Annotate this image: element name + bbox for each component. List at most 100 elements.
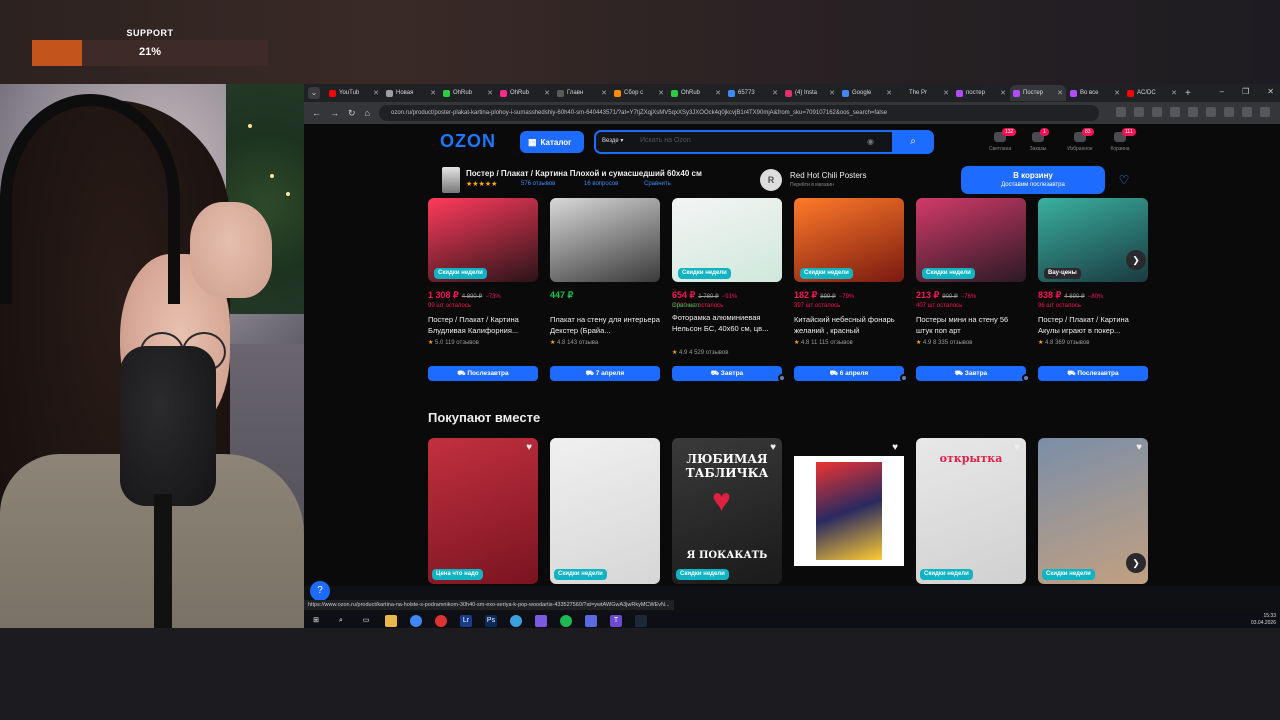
help-icon[interactable]: ? (310, 581, 330, 601)
product-title[interactable]: Постеры мини на стену 56 штук поп арт (916, 314, 1026, 336)
download-icon[interactable] (1224, 107, 1234, 117)
delivery-button[interactable]: ⛟ Завтра (672, 366, 782, 381)
extension-icon[interactable] (1152, 107, 1162, 117)
carousel-next-icon[interactable]: ❯ (1126, 553, 1146, 573)
header-item-favorites[interactable]: 83 Избранное (1060, 128, 1100, 152)
catalog-button[interactable]: ▦ Каталог (520, 131, 584, 153)
app-icon[interactable] (435, 615, 447, 627)
delivery-button[interactable]: ⛟ Послезавтра (428, 366, 538, 381)
tab-close-icon[interactable]: ✕ (1000, 89, 1006, 97)
browser-tab[interactable]: OhRub ✕ (497, 85, 553, 101)
browser-tab[interactable]: AC/DC ✕ (1124, 85, 1180, 101)
product-card[interactable]: ♥1 001 ₽Картина на холсте с (794, 438, 904, 586)
product-image[interactable] (550, 198, 660, 282)
tab-close-icon[interactable]: ✕ (1057, 89, 1063, 97)
reviews-link[interactable]: 576 отзывов (521, 181, 555, 187)
product-card[interactable]: 447 ₽ Плакат на стену для интерьера Декст… (550, 198, 660, 388)
seller-block[interactable]: R Red Hot Chili Posters Перейти в магази… (760, 167, 940, 195)
minimize-icon[interactable]: – (1220, 87, 1224, 96)
product-title[interactable]: Плакат на стену для интерьера Декстер (Б… (550, 314, 660, 336)
delivery-button[interactable]: ⛟ Послезавтра (1038, 366, 1148, 381)
tab-close-icon[interactable]: ✕ (943, 89, 949, 97)
tab-close-icon[interactable]: ✕ (772, 89, 778, 97)
carousel-next-icon[interactable]: ❯ (1126, 250, 1146, 270)
browser-tab[interactable]: Новая ✕ (383, 85, 439, 101)
product-image[interactable] (428, 438, 538, 584)
browser-tab[interactable]: OhRub ✕ (440, 85, 496, 101)
tab-close-icon[interactable]: ✕ (715, 89, 721, 97)
product-card[interactable]: Скидки недели 182 ₽899 ₽ −79% 397 шт остало… (794, 198, 908, 388)
product-image[interactable] (550, 438, 660, 584)
spotify-icon[interactable] (560, 615, 572, 627)
product-card[interactable]: ♥Цена что надо564 ₽ (428, 438, 538, 586)
favorite-heart-icon[interactable]: ♥ (526, 442, 532, 453)
browser-tab[interactable]: Во все ✕ (1067, 85, 1123, 101)
steam-icon[interactable] (635, 615, 647, 627)
chrome-icon[interactable] (410, 615, 422, 627)
extension-icon[interactable] (1116, 107, 1126, 117)
extension-icon[interactable] (1188, 107, 1198, 117)
bookmark-star-icon[interactable] (1170, 107, 1180, 117)
delivery-button[interactable]: ⛟ 6 апреля (794, 366, 904, 381)
task-view-icon[interactable]: ▭ (360, 615, 372, 627)
home-icon[interactable]: ⌂ (365, 108, 370, 118)
favorite-heart-icon[interactable]: ♡ (1116, 172, 1132, 188)
search-scope-select[interactable]: Везде ▾ (602, 137, 623, 144)
browser-tab[interactable]: OhRub ✕ (668, 85, 724, 101)
header-item-orders[interactable]: 1 Заказы (1018, 128, 1058, 152)
app-icon[interactable]: T (610, 615, 622, 627)
delivery-button[interactable]: ⛟ 7 апреля (550, 366, 660, 381)
search-button[interactable]: ⌕ (892, 130, 934, 154)
ozon-logo[interactable]: OZON (440, 131, 496, 152)
new-tab-button[interactable]: + (1185, 88, 1191, 99)
profile-icon[interactable] (1242, 107, 1252, 117)
browser-tab[interactable]: Сбор с ✕ (611, 85, 667, 101)
add-to-cart-button[interactable]: В корзину Доставим послезавтра (961, 166, 1105, 194)
menu-icon[interactable] (1260, 107, 1270, 117)
file-explorer-icon[interactable] (385, 615, 397, 627)
url-field[interactable]: ozon.ru/product/poster-plakat-kartina-pl… (378, 105, 1099, 121)
tab-close-icon[interactable]: ✕ (544, 89, 550, 97)
extension-icon[interactable] (1206, 107, 1216, 117)
tab-close-icon[interactable]: ✕ (373, 89, 379, 97)
search-icon[interactable]: ⌕ (335, 615, 347, 627)
browser-tab[interactable]: Постер ✕ (1010, 85, 1066, 101)
chart-app-icon[interactable] (585, 615, 597, 627)
browser-tab[interactable]: Главн ✕ (554, 85, 610, 101)
reload-icon[interactable]: ↻ (348, 108, 356, 119)
product-card[interactable]: Скидки недели 654 ₽1 780 ₽ −91% 3 010 шт ос… (672, 198, 786, 388)
delivery-button[interactable]: ⛟ Завтра (916, 366, 1026, 381)
tab-close-icon[interactable]: ✕ (1171, 89, 1177, 97)
header-item-profile[interactable]: 132 Светлана (980, 128, 1020, 152)
product-card[interactable]: ЛЮБИМАЯ ТАБЛИЧКА Я ПОКАКАТЬ ♥ ♥ Скидки недел… (672, 438, 782, 586)
favorite-heart-icon[interactable]: ♥ (770, 442, 776, 453)
tab-search-icon[interactable]: ⌄ (308, 87, 320, 99)
product-title[interactable]: Фоторамка алюминиевая Нельсон БС, 40х60 … (672, 312, 782, 334)
product-image[interactable] (794, 438, 904, 584)
browser-tab[interactable]: (4) Insta ✕ (782, 85, 838, 101)
browser-tab[interactable]: 65773 ✕ (725, 85, 781, 101)
browser-tab[interactable]: The Pr ✕ (896, 85, 952, 101)
windows-start-icon[interactable]: ⊞ (310, 615, 322, 627)
favorite-heart-icon[interactable]: ♥ (648, 442, 654, 453)
favorite-heart-icon[interactable]: ♥ (1014, 442, 1020, 453)
product-title[interactable]: Китайский небесный фонарь желаний , крас… (794, 314, 904, 336)
tab-close-icon[interactable]: ✕ (1114, 89, 1120, 97)
browser-tab[interactable]: YouTub ✕ (326, 85, 382, 101)
product-card[interactable]: Скидки недели 1 308 ₽4 890 ₽ −73% 99 шт ост… (428, 198, 538, 388)
close-window-icon[interactable]: ✕ (1267, 87, 1274, 96)
browser-tab[interactable]: постер ✕ (953, 85, 1009, 101)
compare-link[interactable]: Сравнить (644, 181, 671, 187)
restore-icon[interactable]: ❐ (1242, 87, 1249, 96)
lightroom-icon[interactable]: Lr (460, 615, 472, 627)
tab-close-icon[interactable]: ✕ (658, 89, 664, 97)
app-icon[interactable] (535, 615, 547, 627)
product-title[interactable]: Постер / Плакат / Картина Блудливая Кали… (428, 314, 538, 336)
tab-close-icon[interactable]: ✕ (886, 89, 892, 97)
product-card[interactable]: Вау-цены 838 ₽4 890 ₽ −80% 96 шт осталось По… (1038, 198, 1148, 388)
photoshop-icon[interactable]: Ps (485, 615, 497, 627)
tab-close-icon[interactable]: ✕ (829, 89, 835, 97)
product-title[interactable]: Постер / Плакат / Картина Акулы играют в… (1038, 314, 1148, 336)
product-card[interactable]: открытка♥Скидки недели162 ₽898 ₽−81% (916, 438, 1026, 586)
edge-icon[interactable] (510, 615, 522, 627)
